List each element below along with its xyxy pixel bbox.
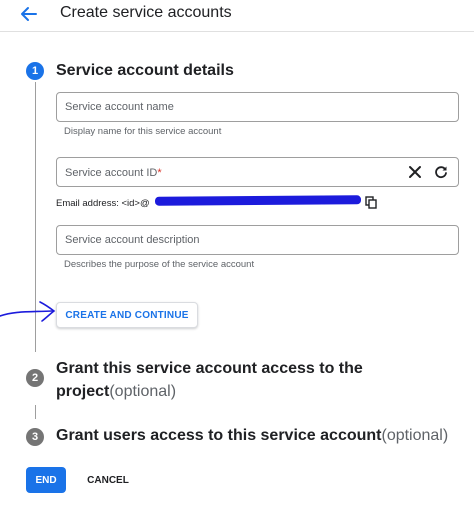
step-3-title[interactable]: Grant users access to this service accou… xyxy=(56,427,448,445)
page-title: Create service accounts xyxy=(60,4,232,21)
stepper-rail xyxy=(35,405,36,419)
refresh-icon[interactable] xyxy=(431,162,451,182)
create-and-continue-button[interactable]: CREATE AND CONTINUE xyxy=(56,302,198,328)
service-account-name-input[interactable] xyxy=(65,93,395,121)
top-bar: Create service accounts xyxy=(0,0,474,32)
annotation-arrow-icon xyxy=(0,301,56,322)
required-mark: * xyxy=(157,167,162,179)
cancel-button[interactable]: CANCEL xyxy=(80,467,136,493)
end-button[interactable]: END xyxy=(26,467,66,493)
copy-icon[interactable] xyxy=(363,194,379,210)
redacted-email-domain xyxy=(154,195,362,206)
service-account-id-label: Service account ID* xyxy=(65,167,162,179)
back-arrow-icon[interactable] xyxy=(14,2,42,26)
service-account-description-input[interactable] xyxy=(65,226,395,254)
step-2-indicator: 2 xyxy=(26,369,44,387)
service-account-name-hint: Display name for this service account xyxy=(64,126,222,137)
step-2-title[interactable]: Grant this service account access to the… xyxy=(56,357,363,403)
service-account-name-field[interactable] xyxy=(56,92,459,122)
clear-icon[interactable] xyxy=(405,162,425,182)
service-account-id-field[interactable]: Service account ID* xyxy=(56,157,459,187)
step-1-title: Service account details xyxy=(56,62,234,79)
step-3-indicator: 3 xyxy=(26,428,44,446)
service-account-description-field[interactable] xyxy=(56,225,459,255)
step-1-indicator: 1 xyxy=(26,62,44,80)
email-address-text: Email address: <id>@ xyxy=(56,198,150,209)
service-account-description-hint: Describes the purpose of the service acc… xyxy=(64,259,255,270)
